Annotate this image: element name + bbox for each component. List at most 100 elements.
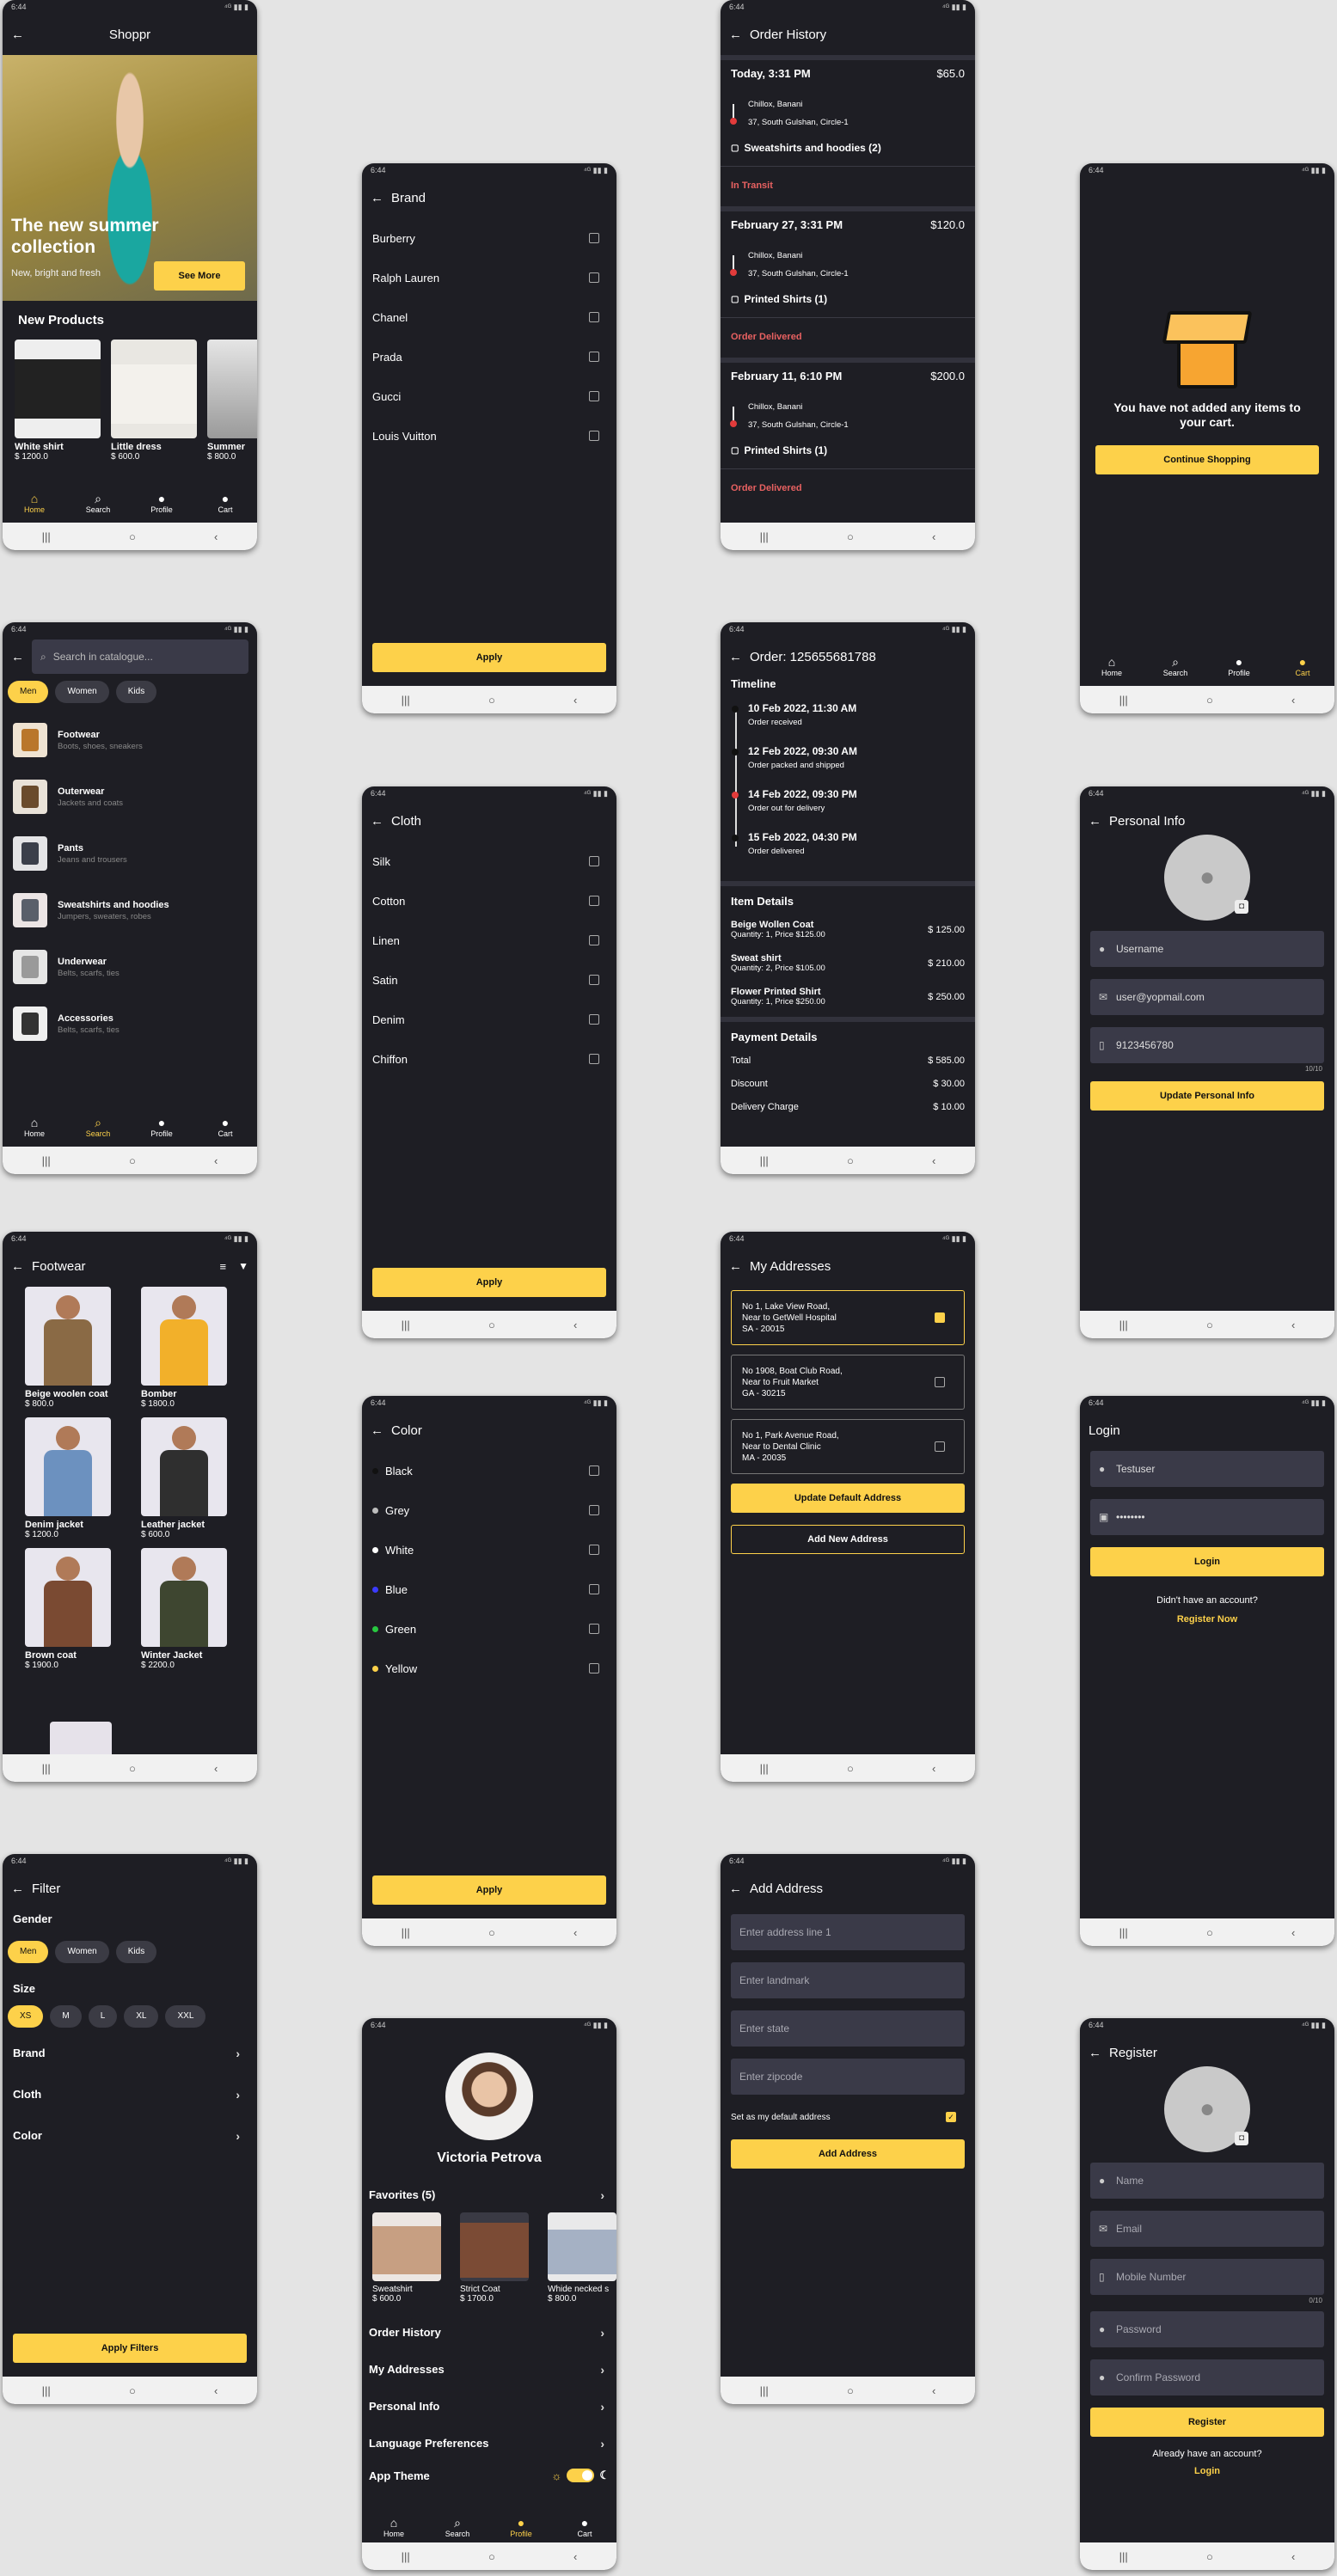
recent-apps-icon[interactable]: ||| [760,1154,769,1167]
recent-apps-icon[interactable]: ||| [1119,1319,1128,1331]
option-row[interactable]: Gucci [362,376,616,416]
back-icon[interactable]: ← [11,1882,32,1896]
recent-apps-icon[interactable]: ||| [1119,694,1128,707]
system-back-icon[interactable]: ‹ [1291,694,1295,707]
option-checkbox[interactable] [589,975,599,985]
back-icon[interactable]: ← [1089,2046,1109,2060]
option-row[interactable]: Linen [362,921,616,960]
favorite-card[interactable]: Strict Coat $ 1700.0 [460,2212,529,2304]
nav-home[interactable]: ⌂ Home [368,2516,420,2538]
chip-size[interactable]: XS [8,2005,44,2028]
option-checkbox[interactable] [589,856,599,866]
option-row[interactable]: Ralph Lauren [362,258,616,297]
product-card[interactable]: Denim jacket $ 1200.0 [25,1417,141,1539]
system-back-icon[interactable]: ‹ [573,2550,577,2563]
option-checkbox[interactable] [589,1584,599,1594]
home-button-icon[interactable]: ○ [847,1154,854,1167]
nav-home[interactable]: ⌂ Home [9,1116,60,1138]
toggle-switch[interactable] [567,2469,595,2482]
nav-profile[interactable]: ● Profile [136,1116,187,1138]
address-card[interactable]: No 1908, Boat Club Road, Near to Fruit Ma… [731,1355,965,1410]
chip-men[interactable]: Men [8,1941,49,1963]
apply-button[interactable]: Apply [372,1268,606,1297]
apply-filters-button[interactable]: Apply Filters [13,2334,247,2363]
nav-cart[interactable]: ● Cart [199,492,251,514]
filter-row-color[interactable]: Color › [3,2102,257,2143]
option-checkbox[interactable] [589,1014,599,1025]
back-icon[interactable]: ← [11,650,32,664]
system-back-icon[interactable]: ‹ [214,1154,218,1167]
recent-apps-icon[interactable]: ||| [402,1319,410,1331]
back-icon[interactable]: ← [729,1882,750,1896]
nav-cart[interactable]: ● Cart [199,1116,251,1138]
system-back-icon[interactable]: ‹ [1291,2550,1295,2563]
back-icon[interactable]: ← [371,814,391,829]
recent-apps-icon[interactable]: ||| [1119,2550,1128,2563]
confirm-password-input[interactable]: ● Confirm Password [1090,2359,1324,2395]
theme-toggle[interactable]: ☼ ☾ [551,2469,610,2482]
product-card[interactable]: White shirt $ 1200.0 [15,340,101,462]
nav-profile[interactable]: ● Profile [136,492,187,514]
avatar[interactable]: ● ◘ [1164,835,1250,921]
category-item[interactable]: Accessories Belts, scarfs, ties [13,995,257,1052]
home-button-icon[interactable]: ○ [129,1762,136,1775]
color-option-row[interactable]: Green [362,1609,616,1649]
color-option-row[interactable]: Black [362,1451,616,1490]
password-input[interactable]: ● Password [1090,2311,1324,2347]
category-item[interactable]: Sweatshirts and hoodies Jumpers, sweaters… [13,882,257,939]
home-button-icon[interactable]: ○ [847,530,854,543]
avatar[interactable]: ● ◘ [1164,2066,1250,2152]
phone-field[interactable]: ▯ 9123456780 [1090,1027,1324,1063]
chip-women[interactable]: Women [55,1941,109,1963]
option-checkbox[interactable] [589,431,599,441]
option-row[interactable]: Cotton [362,881,616,921]
login-link[interactable]: Login [1080,2466,1334,2476]
address-checkbox[interactable] [935,1441,945,1452]
profile-menu-item[interactable]: Personal Info › [362,2388,616,2425]
order-card[interactable]: February 11, 6:10 PM $200.0 Chillox, Banan… [721,363,975,509]
product-card[interactable]: Leather jacket $ 600.0 [141,1417,257,1539]
home-button-icon[interactable]: ○ [1206,2550,1213,2563]
system-back-icon[interactable]: ‹ [932,2384,935,2397]
option-checkbox[interactable] [589,233,599,243]
camera-icon[interactable]: ◘ [1235,900,1248,914]
system-back-icon[interactable]: ‹ [1291,1926,1295,1939]
home-button-icon[interactable]: ○ [129,1154,136,1167]
home-button-icon[interactable]: ○ [129,530,136,543]
back-icon[interactable]: ← [1089,814,1109,829]
nav-search[interactable]: ⌕ Search [72,1116,124,1138]
nav-profile[interactable]: ● Profile [495,2516,547,2538]
recent-apps-icon[interactable]: ||| [760,1762,769,1775]
product-card[interactable]: Brown coat $ 1900.0 [25,1548,141,1670]
recent-apps-icon[interactable]: ||| [402,694,410,707]
option-checkbox[interactable] [589,391,599,401]
category-item[interactable]: Outerwear Jackets and coats [13,768,257,825]
nav-home[interactable]: ⌂ Home [1086,655,1138,677]
email-field[interactable]: ✉ user@yopmail.com [1090,979,1324,1015]
search-input[interactable]: ⌕ Search in catalogue... [32,639,248,674]
nav-cart[interactable]: ● Cart [559,2516,610,2538]
color-option-row[interactable]: Grey [362,1490,616,1530]
option-checkbox[interactable] [589,896,599,906]
sort-icon[interactable]: ≡ [220,1260,227,1273]
see-more-button[interactable]: See More [154,261,245,291]
recent-apps-icon[interactable]: ||| [402,1926,410,1939]
camera-icon[interactable]: ◘ [1235,2132,1248,2145]
chip-women[interactable]: Women [55,681,109,703]
profile-menu-item[interactable]: Language Preferences › [362,2425,616,2462]
option-checkbox[interactable] [589,935,599,945]
add-address-button[interactable]: Add Address [731,2139,965,2169]
product-card[interactable]: Bomber $ 1800.0 [141,1287,257,1409]
favorite-card[interactable]: Whide necked s $ 800.0 [548,2212,616,2304]
category-item[interactable]: Footwear Boots, shoes, sneakers [13,712,257,768]
nav-profile[interactable]: ● Profile [1213,655,1265,677]
back-icon[interactable]: ← [371,1423,391,1438]
option-row[interactable]: Silk [362,841,616,881]
home-button-icon[interactable]: ○ [488,1926,495,1939]
option-row[interactable]: Prada [362,337,616,376]
nav-cart[interactable]: ● Cart [1277,655,1328,677]
zipcode-input[interactable]: Enter zipcode [731,2059,965,2095]
system-back-icon[interactable]: ‹ [1291,1319,1295,1331]
color-option-row[interactable]: White [362,1530,616,1569]
system-back-icon[interactable]: ‹ [214,530,218,543]
